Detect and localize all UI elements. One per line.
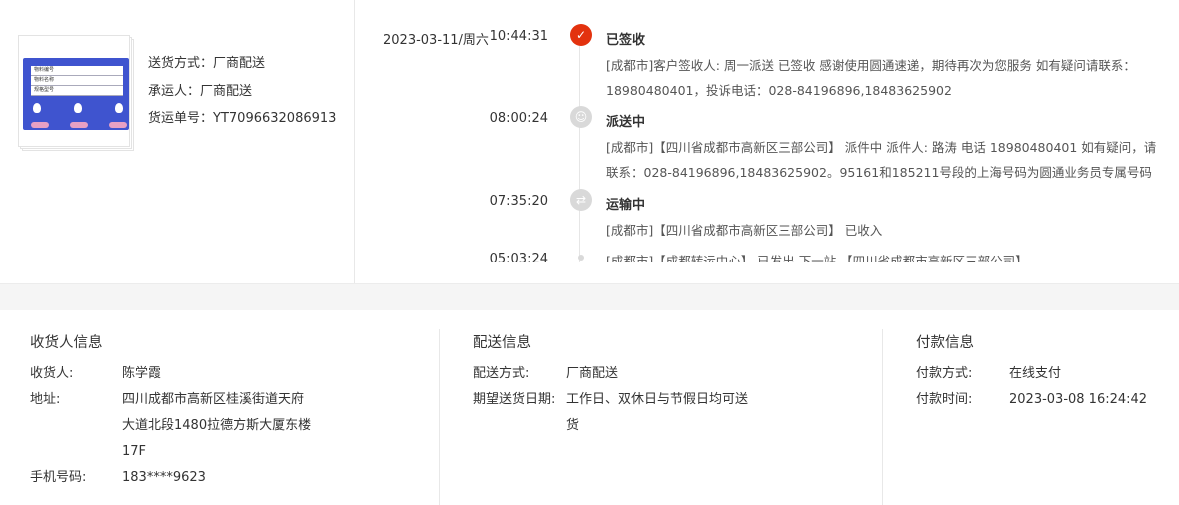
payment-time-label: 付款时间: <box>916 392 973 407</box>
timeline-time: 07:35:20 <box>489 194 548 209</box>
payment-method: 在线支付 <box>1009 366 1062 381</box>
transit-icon: ⇄ <box>570 189 592 211</box>
phone-label: 手机号码: <box>30 470 87 485</box>
thumbnail-image: 物料编号 物料名称 规格型号 <box>18 35 130 147</box>
timeline-detail: [成都市]【四川省成都市高新区三部公司】 派件中 派件人: 路涛 电话 1898… <box>606 140 1157 180</box>
delivery-title: 配送信息 <box>473 335 531 351</box>
column-divider <box>439 329 440 505</box>
column-divider <box>882 329 883 505</box>
delivery-date-label: 期望送货日期: <box>473 392 556 407</box>
address-line: 17F <box>122 444 147 459</box>
dot-icon <box>578 255 584 261</box>
shipping-info: 送货方式：厂商配送 承运人：厂商配送 货运单号：YT7096632086913 <box>148 50 336 133</box>
delivery-date: 货 <box>566 418 580 433</box>
payment-info: 付款信息 付款方式: 在线支付 付款时间: 2023-03-08 16:24:4… <box>916 309 1176 505</box>
timeline-status: 已签收 <box>606 33 646 48</box>
label-form: 物料编号 物料名称 规格型号 <box>31 66 123 96</box>
package-panel: 物料编号 物料名称 规格型号 送货方式：厂商配送 承运人：厂商配送 货运单号：Y… <box>0 0 355 283</box>
delivery-method-label: 配送方式: <box>473 366 530 381</box>
address-line: 四川成都市高新区桂溪街道天府 <box>122 392 305 407</box>
receiver-info: 收货人信息 收货人: 陈学霞 地址: 四川成都市高新区桂溪街道天府 大道北段14… <box>30 309 438 505</box>
shipping-method: 送货方式：厂商配送 <box>148 56 266 71</box>
receiver-name-label: 收货人: <box>30 366 74 381</box>
check-icon: ✓ <box>570 24 592 46</box>
section-divider <box>0 283 1179 310</box>
delivery-info: 配送信息 配送方式: 厂商配送 期望送货日期: 工作日、双休日与节假日均可送 货 <box>473 309 881 505</box>
address-line: 大道北段1480拉德方斯大厦东楼 <box>122 418 312 433</box>
product-thumbnail[interactable]: 物料编号 物料名称 规格型号 <box>18 35 134 151</box>
logistics-section: 物料编号 物料名称 规格型号 送货方式：厂商配送 承运人：厂商配送 货运单号：Y… <box>0 0 1179 283</box>
receiver-name: 陈学霞 <box>122 366 162 381</box>
order-info-section: 收货人信息 收货人: 陈学霞 地址: 四川成都市高新区桂溪街道天府 大道北段14… <box>0 309 1179 505</box>
timeline-line <box>579 46 580 262</box>
address-label: 地址: <box>30 392 61 407</box>
payment-title: 付款信息 <box>916 335 974 351</box>
timeline-detail: [成都市]【成都转运中心】 已发出 下一站 【四川省成都市高新区三部公司】 <box>606 254 1028 262</box>
timeline-time: 08:00:24 <box>489 111 548 126</box>
payment-method-label: 付款方式: <box>916 366 973 381</box>
receiver-title: 收货人信息 <box>30 335 103 351</box>
timeline-detail: [成都市]客户签收人: 周一派送 已签收 感谢使用圆通速递，期待再次为您服务 如… <box>606 58 1136 98</box>
courier-icon: ☺ <box>570 106 592 128</box>
carrier: 承运人：厂商配送 <box>148 83 253 99</box>
phone-number: 183****9623 <box>122 470 206 485</box>
tracking-timeline[interactable]: 2023-03-11/周六 10:44:31 ✓ 已签收 [成都市]客户签收人:… <box>356 0 1179 262</box>
timeline-time: 05:03:24 <box>489 252 548 262</box>
payment-time: 2023-03-08 16:24:42 <box>1009 392 1148 407</box>
tracking-number: 货运单号：YT7096632086913 <box>148 111 337 126</box>
timeline-detail: [成都市]【四川省成都市高新区三部公司】 已收入 <box>606 223 883 238</box>
timeline-status: 运输中 <box>606 198 646 213</box>
delivery-date: 工作日、双休日与节假日均可送 <box>566 392 749 407</box>
timeline-date: 2023-03-11/周六 <box>383 33 489 48</box>
delivery-method: 厂商配送 <box>566 366 619 381</box>
timeline-time: 10:44:31 <box>489 29 548 44</box>
timeline-status: 派送中 <box>606 115 646 130</box>
